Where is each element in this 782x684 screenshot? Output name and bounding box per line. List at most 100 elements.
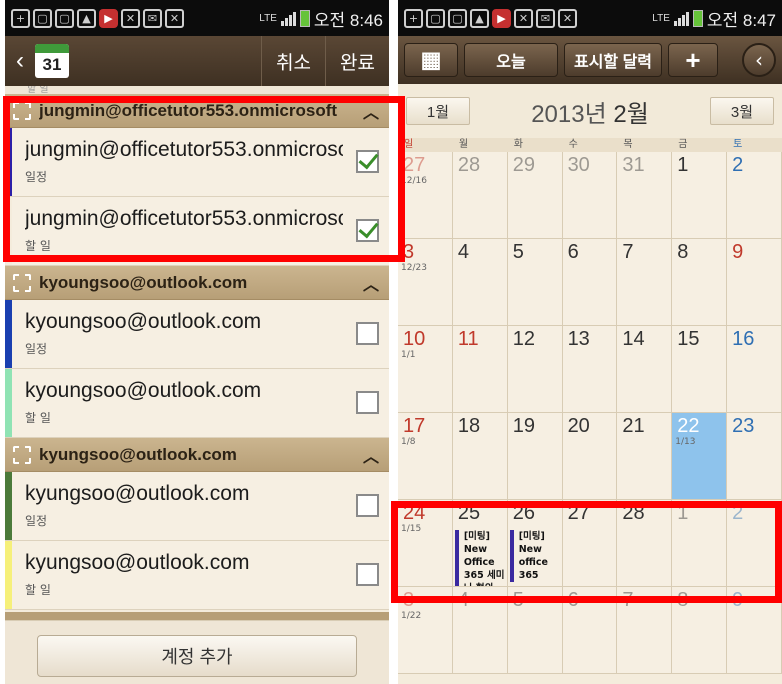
day-cell[interactable]: 26 [미팅] New office 365 — [507, 500, 563, 587]
prev-month-button[interactable]: 1월 — [406, 97, 470, 125]
day-cell[interactable]: 13 — [562, 326, 618, 413]
day-cell[interactable]: 1 — [672, 152, 728, 239]
calendar-checkbox[interactable] — [356, 391, 379, 414]
account-group-header[interactable]: kyoungsoo@outlook.com ︿ — [5, 266, 389, 300]
day-cell[interactable]: 29 — [507, 152, 563, 239]
day-cell[interactable]: 1 — [672, 500, 728, 587]
cancel-button[interactable]: 취소 — [261, 36, 325, 86]
day-cell[interactable]: 23 — [727, 413, 782, 500]
event-label[interactable]: [미팅] New Office 365 세미나 협의 — [454, 530, 505, 586]
status-clock: 오전 8:46 — [313, 10, 383, 30]
collapse-chevron-icon[interactable]: ︿ — [361, 99, 381, 123]
day-cell[interactable]: 18 — [452, 413, 508, 500]
today-button[interactable]: 오늘 — [464, 43, 558, 77]
day-cell[interactable]: 17 1/8 — [398, 413, 453, 500]
calendar-checkbox[interactable] — [356, 150, 379, 173]
account-group-header[interactable]: kyungsoo@outlook.com ︿ — [5, 438, 389, 472]
day-cell[interactable]: 15 — [672, 326, 728, 413]
day-cell[interactable]: 27 — [562, 500, 618, 587]
calendar-checkbox[interactable] — [356, 219, 379, 242]
day-cell[interactable]: 8 — [672, 239, 728, 326]
calendar-color-bar — [5, 541, 12, 609]
add-event-button[interactable]: + — [668, 43, 718, 77]
account-group-header[interactable]: jungmin@officetutor553.onmicrosoft ︿ — [5, 94, 389, 128]
calendar-list-item[interactable]: jungmin@officetutor553.onmicrosoft.com 할… — [5, 197, 389, 266]
day-cell[interactable]: 6 — [562, 587, 618, 674]
day-cell[interactable]: 16 — [727, 326, 782, 413]
day-cell[interactable]: 14 — [617, 326, 673, 413]
calendar-checkbox[interactable] — [356, 322, 379, 345]
day-cell[interactable]: 3 1/22 — [398, 587, 453, 674]
day-cell[interactable]: 30 — [562, 152, 618, 239]
calendar-toolbar: ▦ 오늘 표시할 달력 + ‹ — [398, 36, 782, 84]
day-cell-today[interactable]: 22 1/13 — [672, 413, 728, 500]
calendar-list-item[interactable]: kyoungsoo@outlook.com 일정 — [5, 300, 389, 369]
day-cell[interactable]: 28 — [617, 500, 673, 587]
calendar-list-item[interactable]: kyoungsoo@outlook.com 할 일 — [5, 369, 389, 438]
day-number: 6 — [567, 589, 579, 611]
day-number: 7 — [622, 589, 634, 611]
done-button[interactable]: 완료 — [325, 36, 389, 86]
status-bar: + ▢ ▢ ▲ ▶ ✕ ✉ ✕ LTE 오전 8:46 — [5, 0, 389, 36]
calendar-item-title: jungmin@officetutor553.onmicrosoft.com — [25, 138, 343, 161]
day-number: 21 — [622, 415, 645, 437]
day-cell[interactable]: 28 — [452, 152, 508, 239]
day-cell[interactable]: 8 — [672, 587, 728, 674]
day-cell[interactable]: 7 — [617, 239, 673, 326]
day-cell[interactable]: 5 — [507, 239, 563, 326]
sim-icon: ▢ — [448, 8, 467, 28]
back-icon[interactable]: ‹ — [742, 43, 776, 77]
display-calendars-button[interactable]: 표시할 달력 — [564, 43, 662, 77]
day-cell[interactable]: 2 — [727, 152, 782, 239]
day-number: 9 — [732, 241, 744, 263]
missed-call-icon: ✕ — [121, 8, 140, 28]
collapse-chevron-icon[interactable]: ︿ — [361, 443, 381, 467]
calendar-view-icon[interactable]: ▦ — [404, 43, 458, 77]
next-month-button[interactable]: 3월 — [710, 97, 774, 125]
day-cell[interactable]: 5 — [507, 587, 563, 674]
add-account-button[interactable]: 계정 추가 — [37, 635, 357, 677]
day-number: 1 — [677, 154, 689, 176]
collapse-chevron-icon[interactable]: ︿ — [361, 271, 381, 295]
day-cell[interactable]: 4 — [452, 239, 508, 326]
day-number: 5 — [512, 589, 524, 611]
calendar-item-title: kyungsoo@outlook.com — [25, 482, 250, 505]
calendar-accounts-screen: + ▢ ▢ ▲ ▶ ✕ ✉ ✕ LTE 오전 8:46 ‹ 31 취소 완료 할… — [5, 0, 389, 684]
calendar-color-bar — [5, 300, 12, 368]
day-cell[interactable]: 20 — [562, 413, 618, 500]
day-number: 28 — [457, 154, 481, 176]
calendar-list-item[interactable]: kyungsoo@outlook.com 할 일 — [5, 541, 389, 610]
day-cell[interactable]: 10 1/1 — [398, 326, 453, 413]
back-chevron-icon[interactable]: ‹ — [5, 47, 35, 75]
youtube-icon: ▶ — [492, 8, 511, 28]
day-cell[interactable]: 27 12/16 — [398, 152, 453, 239]
day-cell[interactable]: 2 — [727, 500, 782, 587]
day-number: 13 — [567, 328, 590, 350]
month-navigation: 1월 2013년 2월 3월 — [398, 84, 782, 138]
list-peek-text: 할 일 — [5, 86, 389, 94]
day-cell[interactable]: 9 — [727, 239, 782, 326]
calendar-checkbox[interactable] — [356, 494, 379, 517]
day-cell[interactable]: 21 — [617, 413, 673, 500]
mail-icon: ✉ — [143, 8, 162, 28]
day-cell[interactable]: 6 — [562, 239, 618, 326]
account-icon — [13, 273, 31, 292]
day-number: 4 — [457, 241, 469, 263]
day-cell[interactable]: 25 [미팅] New Office 365 세미나 협의 — [452, 500, 508, 587]
day-cell[interactable]: 7 — [617, 587, 673, 674]
calendar-list-item[interactable]: kyungsoo@outlook.com 일정 — [5, 472, 389, 541]
day-cell[interactable]: 12 — [507, 326, 563, 413]
day-cell[interactable]: 9 — [727, 587, 782, 674]
day-cell[interactable]: 24 1/15 — [398, 500, 453, 587]
day-cell[interactable]: 19 — [507, 413, 563, 500]
calendar-color-bar — [5, 369, 12, 437]
day-number: 23 — [732, 415, 755, 437]
calendar-list-item[interactable]: jungmin@officetutor553.onmicrosoft.com 일… — [5, 128, 389, 197]
day-cell[interactable]: 31 — [617, 152, 673, 239]
day-number: 14 — [622, 328, 645, 350]
day-cell[interactable]: 11 — [452, 326, 508, 413]
calendar-checkbox[interactable] — [356, 563, 379, 586]
day-cell[interactable]: 3 12/23 — [398, 239, 453, 326]
day-cell[interactable]: 4 — [452, 587, 508, 674]
event-label[interactable]: [미팅] New office 365 — [509, 530, 560, 582]
